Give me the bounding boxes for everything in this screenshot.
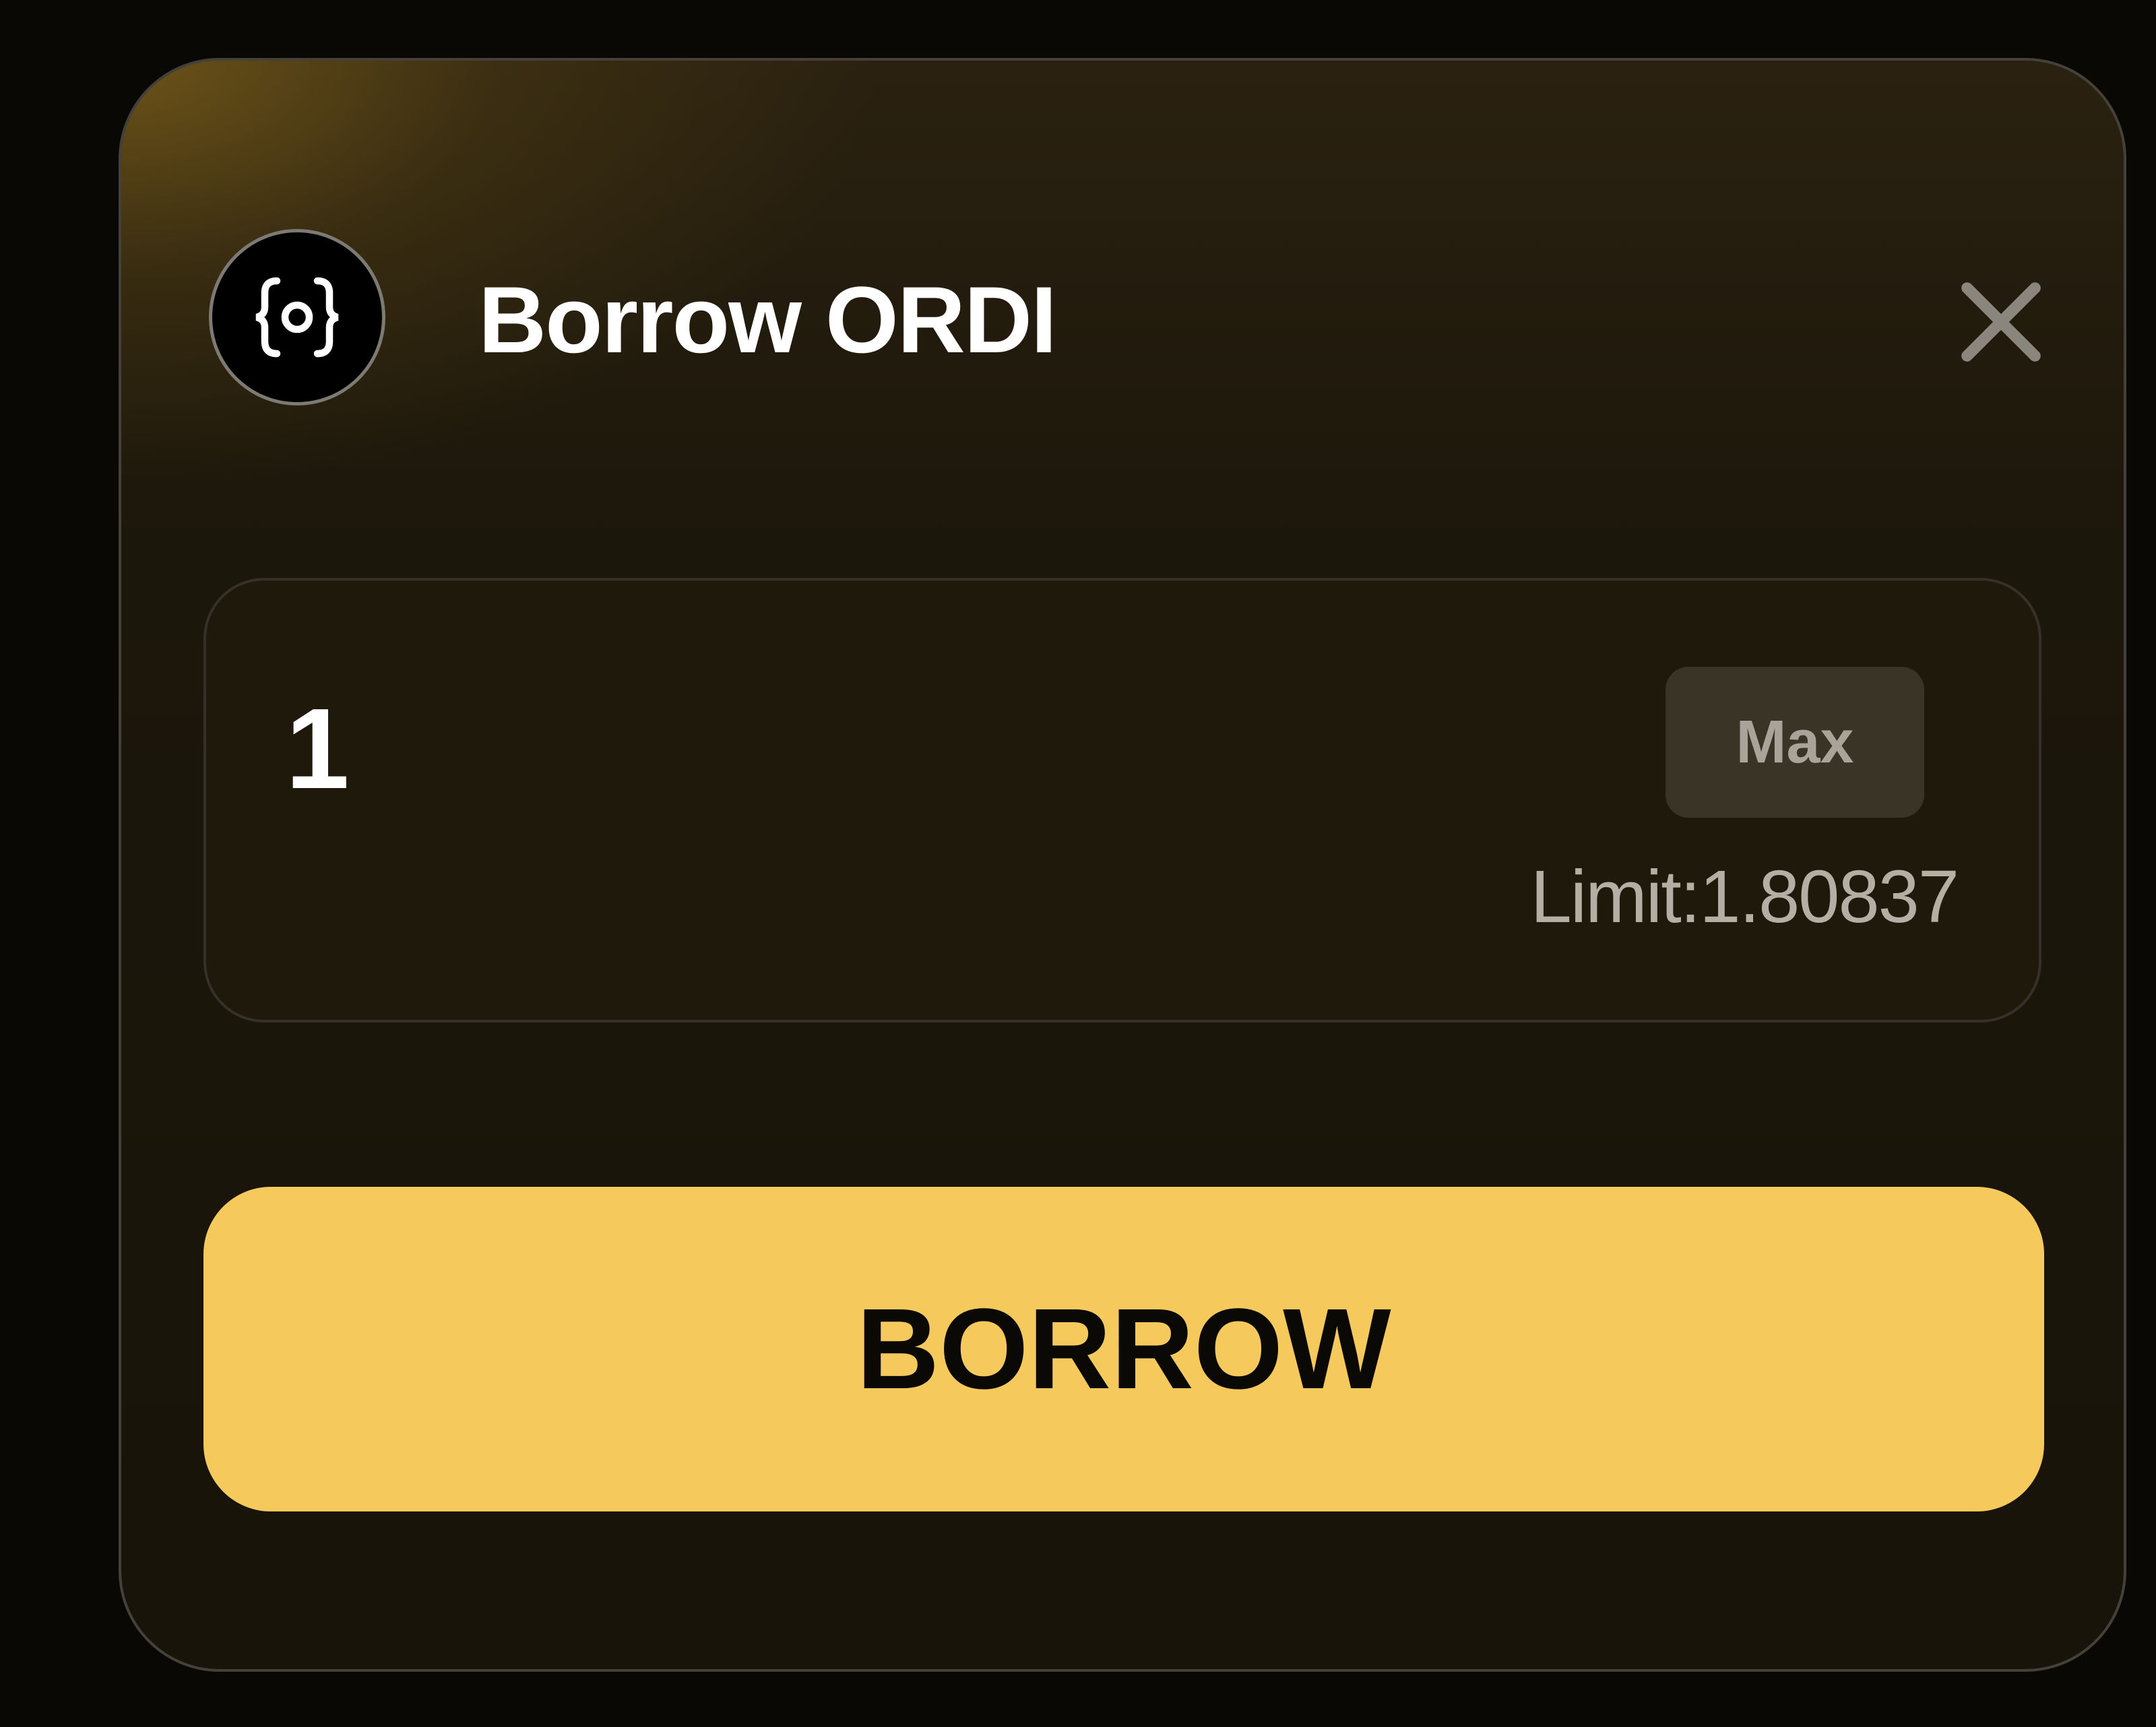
borrow-button[interactable]: BORROW xyxy=(203,1187,2044,1511)
modal-title: Borrow ORDI xyxy=(478,267,1057,372)
borrow-modal: Borrow ORDI Max Limit:1.80837 BORROW xyxy=(119,58,2126,1672)
close-button[interactable] xyxy=(1954,275,2048,369)
close-icon xyxy=(1961,282,2041,362)
ordi-logo-icon xyxy=(255,277,339,358)
amount-input[interactable] xyxy=(286,682,1498,816)
amount-input-container: Max Limit:1.80837 xyxy=(203,578,2041,1022)
ordi-token-icon xyxy=(209,229,385,405)
max-button[interactable]: Max xyxy=(1666,667,1924,818)
borrow-limit-text: Limit:1.80837 xyxy=(1530,855,1959,938)
